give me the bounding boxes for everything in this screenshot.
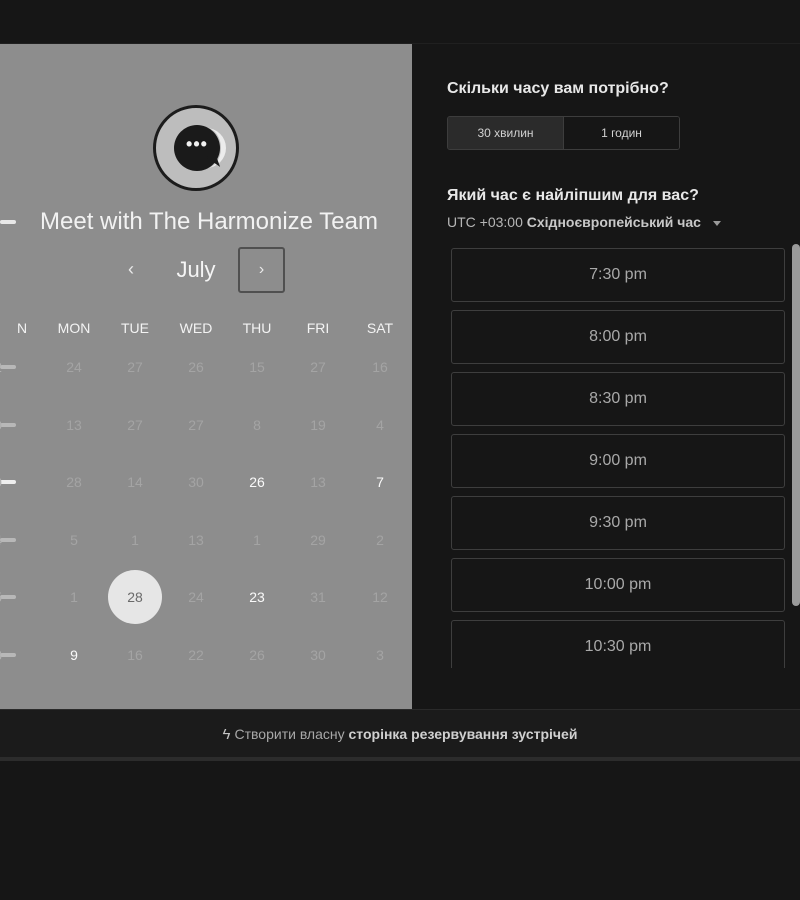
time-slot-button[interactable]: 9:00 pm: [451, 434, 785, 488]
calendar-day: 13: [188, 532, 204, 548]
chat-bubble-tail: [205, 153, 221, 171]
calendar-day[interactable]: 26: [230, 455, 284, 509]
calendar-day: 3: [376, 647, 384, 663]
calendar-day[interactable]: 9: [47, 628, 101, 682]
calendar-day: 27: [127, 359, 143, 375]
calendar-day: 30: [310, 647, 326, 663]
time-slot-scrollbar[interactable]: [792, 244, 800, 606]
weekday-label: FRI: [306, 320, 330, 336]
selected-day[interactable]: 28: [108, 570, 162, 624]
calendar-day: 1: [131, 532, 139, 548]
prev-month-button[interactable]: ‹: [118, 254, 144, 284]
top-bar: [0, 0, 800, 44]
logo-dots: •••: [186, 134, 208, 154]
calendar-day: 28: [66, 474, 82, 490]
time-slot-list: 7:30 pm 8:00 pm 8:30 pm 9:00 pm 9:30 pm 10:00…: [451, 248, 785, 668]
month-label: July: [176, 257, 216, 282]
timezone-name: Східноєвропейський час: [526, 214, 701, 230]
calendar-day: 27: [188, 417, 204, 433]
timezone-offset: UTC +03:00: [447, 214, 523, 230]
calendar-day: 5: [70, 532, 78, 548]
footer-prefix: Створити власну: [234, 726, 345, 742]
calendar-day: 26: [249, 647, 265, 663]
calendar-day: 24: [66, 359, 82, 375]
weekday-label: TUE: [121, 320, 149, 336]
calendar-day: 14: [127, 474, 143, 490]
calendar-panel: ••• Meet with The Harmonize Team ‹ July …: [0, 44, 412, 709]
calendar-day: 13: [310, 474, 326, 490]
calendar-day: 1: [253, 532, 261, 548]
meeting-title: Meet with The Harmonize Team: [40, 208, 378, 235]
time-slot-button[interactable]: 10:30 pm: [451, 620, 785, 668]
calendar-day: 2: [0, 340, 18, 394]
calendar-day: 4: [0, 513, 18, 567]
time-slot-button[interactable]: 8:30 pm: [451, 372, 785, 426]
calendar-day: 29: [310, 532, 326, 548]
calendar-day: 24: [188, 589, 204, 605]
booking-panel: Скільки часу вам потрібно? 30 хвилин 1 г…: [412, 44, 800, 709]
time-slot-button[interactable]: 8:00 pm: [451, 310, 785, 364]
footer-bar: ϟ Створити власну сторінка резервування з…: [0, 709, 800, 761]
weekday-label: WED: [179, 320, 213, 336]
team-logo: •••: [153, 105, 239, 191]
time-slot-button[interactable]: 7:30 pm: [451, 248, 785, 302]
weekday-label: SAT: [366, 320, 394, 336]
calendar-day: 3: [0, 628, 18, 682]
calendar-day: 0: [0, 455, 18, 509]
calendar-day: 22: [188, 647, 204, 663]
calendar-day: 27: [127, 417, 143, 433]
calendar-day[interactable]: 7: [353, 455, 407, 509]
calendar-day: 31: [310, 589, 326, 605]
calendar-day: 4: [376, 417, 384, 433]
duration-toggle: 30 хвилин 1 годин: [447, 116, 680, 150]
duration-30-button[interactable]: 30 хвилин: [448, 117, 564, 149]
calendar-day: 16: [372, 359, 388, 375]
calendar-day: 13: [66, 417, 82, 433]
calendar-day: 27: [310, 359, 326, 375]
create-booking-page-link[interactable]: сторінка резервування зустрічей: [349, 726, 578, 742]
timezone-select[interactable]: UTC +03:00 Східноєвропейський час: [447, 214, 721, 230]
chevron-down-icon: [712, 220, 721, 226]
duration-question: Скільки часу вам потрібно?: [447, 80, 669, 97]
calendar-day[interactable]: 23: [230, 570, 284, 624]
time-question: Який час є найліпшим для вас?: [447, 187, 699, 204]
hubspot-sprocket-icon: ϟ: [222, 726, 231, 743]
calendar-day: 16: [127, 647, 143, 663]
time-slot-button[interactable]: 10:00 pm: [451, 558, 785, 612]
weekday-label: THU: [242, 320, 272, 336]
calendar-day: 0: [0, 398, 18, 452]
calendar-day: 2: [376, 532, 384, 548]
calendar-day: 26: [188, 359, 204, 375]
calendar-day: 5: [0, 570, 18, 624]
calendar-day: 19: [310, 417, 326, 433]
calendar-day: 8: [253, 417, 261, 433]
chat-bubble-icon: •••: [174, 125, 221, 171]
duration-60-button[interactable]: 1 годин: [564, 117, 679, 149]
calendar-day: 15: [249, 359, 265, 375]
next-month-button[interactable]: ›: [238, 247, 285, 293]
weekday-label: MON: [57, 320, 91, 336]
time-slot-button[interactable]: 9:30 pm: [451, 496, 785, 550]
calendar-day: 30: [188, 474, 204, 490]
calendar-day: 1: [70, 589, 78, 605]
calendar-day: 12: [372, 589, 388, 605]
